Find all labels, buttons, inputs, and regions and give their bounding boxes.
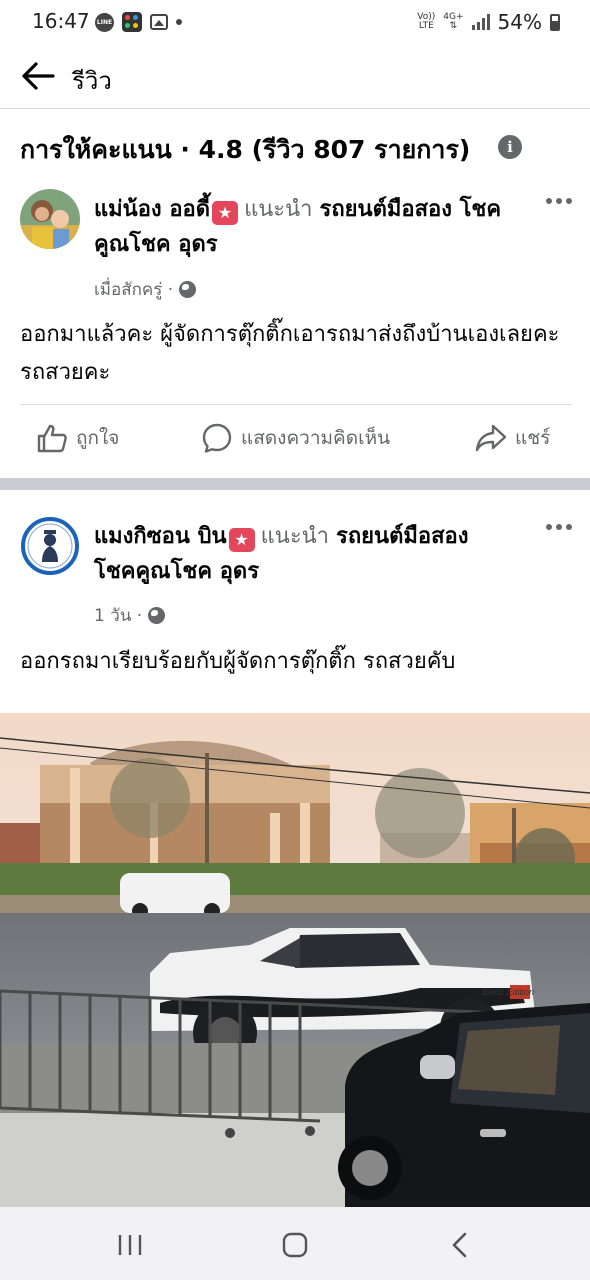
- back-button[interactable]: [18, 56, 58, 96]
- recent-apps-icon: [118, 1235, 142, 1255]
- home-icon: [282, 1232, 308, 1258]
- review-author-line: แมงกิซอน บิน ★ แนะนำ รถยนต์มือสอง โชคคูณโช…: [94, 519, 514, 589]
- review-body: ออกมาแล้วคะ ผู้จัดการตุ๊กติ๊กเอารถมาส่งถ…: [20, 322, 560, 385]
- arrow-left-icon: [22, 62, 55, 90]
- more-options-button[interactable]: [542, 191, 576, 211]
- rating-summary: การให้คะแนน · 4.8 (รีวิว 807 รายการ): [20, 135, 471, 164]
- author-name[interactable]: แมงกิซอน บิน: [94, 524, 227, 549]
- app-header: รีวิว: [0, 50, 590, 109]
- recommend-icon: ★: [228, 528, 255, 552]
- recommend-label: แนะนำ: [260, 524, 330, 549]
- notification-icons: LINE: [95, 12, 182, 32]
- avatar[interactable]: [20, 516, 80, 576]
- back-nav-button[interactable]: [430, 1225, 490, 1265]
- status-indicators: Vo)) LTE 4G+ ⇅ 54%: [417, 10, 560, 34]
- avatar[interactable]: [20, 189, 80, 249]
- review-actions: ถูกใจ แสดงความคิดเห็น แชร์: [0, 408, 590, 468]
- recent-apps-button[interactable]: [100, 1225, 160, 1265]
- like-button[interactable]: ถูกใจ: [36, 408, 119, 468]
- page-title: รีวิว: [72, 67, 112, 95]
- more-options-button[interactable]: [542, 517, 576, 537]
- volte-indicator: Vo)) LTE: [417, 12, 436, 31]
- line-app-icon: LINE: [95, 12, 114, 32]
- comment-icon: [202, 423, 232, 453]
- share-icon: [475, 424, 507, 452]
- review-body: ออกรถมาเรียบร้อยกับผู้จัดการตุ๊กติ๊ก รถส…: [20, 649, 456, 674]
- share-button[interactable]: แชร์: [475, 408, 550, 468]
- status-time: 16:47: [32, 9, 90, 33]
- recommend-label: แนะนำ: [244, 197, 313, 222]
- back-chevron-icon: [452, 1232, 467, 1258]
- status-bar: 16:47 LINE Vo)) LTE 4G+ ⇅ 54%: [0, 0, 590, 44]
- review-time: เมื่อสักครู่ ·: [94, 276, 197, 303]
- review-author-line: แม่น้อง ออดี้ ★ แนะนำ รถยนต์มือสอง โชคคูณโ…: [94, 192, 514, 262]
- battery-icon: [550, 13, 560, 31]
- thumbs-up-icon: [37, 424, 67, 453]
- gallery-icon: [150, 14, 168, 30]
- divider: [20, 404, 572, 405]
- battery-percent: 54%: [497, 10, 542, 34]
- review-photo[interactable]: Black Edition: [0, 713, 590, 1207]
- signal-icon: [471, 14, 490, 30]
- recommend-icon: ★: [212, 201, 239, 225]
- globe-icon: [148, 607, 166, 624]
- truck-decal-text: Black Edition: [482, 987, 534, 997]
- author-name[interactable]: แม่น้อง ออดี้: [94, 197, 210, 222]
- data-type-indicator: 4G+ ⇅: [443, 12, 464, 31]
- comment-button[interactable]: แสดงความคิดเห็น: [201, 408, 390, 468]
- home-button[interactable]: [265, 1225, 325, 1265]
- app-notification-icon: [122, 12, 142, 32]
- globe-icon: [179, 281, 197, 298]
- review-time: 1 วัน ·: [94, 602, 166, 629]
- more-notifications-icon: [176, 19, 182, 25]
- system-navigation-bar: [0, 1207, 590, 1280]
- section-separator: [0, 478, 590, 490]
- info-icon[interactable]: i: [498, 135, 522, 159]
